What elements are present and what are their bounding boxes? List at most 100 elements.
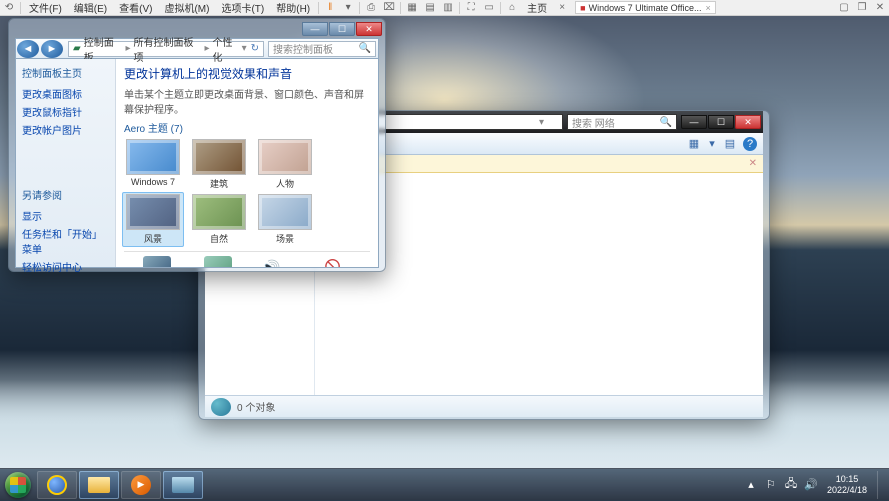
menu-vm[interactable]: 虚拟机(M) (158, 0, 215, 15)
help-button[interactable]: ? (743, 137, 757, 151)
menu-edit[interactable]: 编辑(E) (68, 0, 113, 15)
tray-network-icon[interactable]: 🖧 (783, 477, 799, 493)
vm-restore-icon[interactable]: ❐ (854, 1, 870, 15)
vm-tile1-icon[interactable]: ▦ (404, 1, 420, 15)
address-dropdown-icon[interactable]: ▾ (539, 117, 544, 128)
theme-label: Windows 7 (131, 177, 175, 187)
taskbar-clock[interactable]: 10:15 2022/4/18 (821, 474, 873, 496)
taskbar-wmp[interactable] (121, 471, 161, 499)
desktop-bg-button[interactable]: 桌面背景 放映幻灯片 (134, 256, 179, 267)
theme-character[interactable]: 人物 (256, 139, 314, 190)
theme-landscape[interactable]: 场景 (256, 194, 314, 245)
sound-icon: 🔊 (257, 256, 285, 267)
explorer-minimize-button[interactable]: — (681, 115, 707, 129)
taskbar-controlpanel[interactable] (163, 471, 203, 499)
taskbar[interactable]: ▴ ⚐ 🖧 🔊 10:15 2022/4/18 (0, 468, 889, 500)
cp-sidebar: 控制面板主页 更改桌面图标 更改鼠标指针 更改帐户图片 另请参阅 显示 任务栏和… (16, 59, 116, 267)
view-button[interactable]: ▦ (685, 136, 703, 152)
theme-label: 场景 (276, 234, 294, 244)
page-title: 更改计算机上的视觉效果和声音 (124, 65, 370, 82)
wmp-icon (131, 475, 151, 495)
folder-icon (88, 477, 110, 493)
taskbar-explorer[interactable] (79, 471, 119, 499)
vm-unity-icon[interactable]: ▭ (481, 1, 497, 15)
vm-home-icon[interactable]: ⟲ (1, 1, 17, 15)
settings-row: 桌面背景 放映幻灯片 窗口颜色 褐绿色 🔊 声音 风景 🛇 屏幕保护程序 无 (124, 251, 370, 267)
theme-arch[interactable]: 建筑 (190, 139, 248, 190)
menu-tabs[interactable]: 选项卡(T) (215, 0, 270, 15)
explorer-close-button[interactable]: ✕ (735, 115, 761, 129)
cp-root-icon: ▰ (73, 43, 81, 54)
vm-dropdown-icon[interactable]: ▾ (340, 1, 356, 15)
menu-file[interactable]: 文件(F) (23, 0, 68, 15)
show-desktop-button[interactable] (877, 471, 885, 499)
vm-home-tab-icon[interactable]: ⌂ (504, 1, 520, 15)
screensaver-button[interactable]: 🛇 屏幕保护程序 无 (306, 256, 360, 267)
link-account-picture[interactable]: 更改帐户图片 (22, 122, 109, 137)
refresh-icon[interactable]: ↻ (251, 43, 259, 54)
cp-maximize-button[interactable]: ☐ (329, 22, 355, 36)
vm-tile2-icon[interactable]: ▤ (422, 1, 438, 15)
screensaver-icon: 🛇 (319, 256, 347, 267)
menu-view[interactable]: 查看(V) (113, 0, 158, 15)
vm-snapshot-icon[interactable]: ⎙ (363, 1, 379, 15)
link-taskbar[interactable]: 任务栏和「开始」菜单 (22, 226, 109, 256)
link-ease-access[interactable]: 轻松访问中心 (22, 259, 109, 274)
tray-volume-icon[interactable]: 🔊 (803, 477, 819, 493)
vm-tile3-icon[interactable]: ▥ (440, 1, 456, 15)
explorer-search-placeholder: 搜索 网络 (572, 115, 615, 130)
vm-tab-close-icon[interactable]: × (554, 1, 570, 15)
tray-up-icon[interactable]: ▴ (743, 477, 759, 493)
folder-icon (172, 477, 194, 493)
tray-flag-icon[interactable]: ⚐ (763, 477, 779, 493)
vm-power-icon[interactable]: ‖ (322, 1, 338, 15)
link-mouse-pointer[interactable]: 更改鼠标指针 (22, 104, 109, 119)
theme-nature[interactable]: 自然 (190, 194, 248, 245)
theme-scenery[interactable]: 风景 (122, 192, 184, 247)
start-button[interactable] (0, 469, 36, 501)
status-network-icon (211, 398, 231, 416)
windows-orb-icon (5, 472, 31, 498)
explorer-maximize-button[interactable]: ☐ (708, 115, 734, 129)
infobar-close-icon[interactable]: ✕ (749, 158, 757, 169)
search-icon: 🔍 (660, 117, 672, 128)
vm-home-label[interactable]: 主页 (521, 0, 553, 15)
nav-back-button[interactable]: ◄ (17, 40, 39, 58)
cp-close-button[interactable]: ✕ (356, 22, 382, 36)
vm-screenshot-icon[interactable]: ⌧ (381, 1, 397, 15)
link-display[interactable]: 显示 (22, 208, 109, 223)
sound-button[interactable]: 🔊 声音 风景 (257, 256, 285, 267)
vm-fullscreen-icon[interactable]: ⛶ (463, 1, 479, 15)
cp-search-placeholder: 搜索控制面板 (273, 41, 333, 56)
breadcrumb-dropdown-icon[interactable]: ▾ (242, 43, 247, 54)
vm-tab-label: Windows 7 Ultimate Office... (589, 3, 702, 13)
cp-search-input[interactable]: 搜索控制面板 🔍 (268, 41, 376, 57)
vm-menubar: ⟲ 文件(F) 编辑(E) 查看(V) 虚拟机(M) 选项卡(T) 帮助(H) … (0, 0, 889, 16)
control-panel-window[interactable]: — ☐ ✕ ◄ ► ▰ 控制面板 ▸ 所有控制面板项 ▸ 个性化 ▾ ↻ 搜索控… (8, 18, 386, 272)
clock-time: 10:15 (827, 474, 867, 485)
nav-forward-button[interactable]: ► (41, 40, 63, 58)
theme-windows7[interactable]: Windows 7 (124, 139, 182, 190)
link-desktop-icons[interactable]: 更改桌面图标 (22, 86, 109, 101)
chevron-right-icon: ▸ (126, 43, 131, 54)
vm-minimize-icon[interactable]: ▢ (836, 1, 852, 15)
explorer-search-input[interactable]: 搜索 网络 🔍 (567, 114, 677, 130)
cp-sidebar-heading: 控制面板主页 (22, 65, 109, 80)
taskbar-ie[interactable] (37, 471, 77, 499)
theme-label: 风景 (144, 234, 162, 244)
vm-tab-active[interactable]: ■ Windows 7 Ultimate Office... × (575, 1, 716, 14)
chevron-right-icon: ▸ (204, 43, 209, 54)
breadcrumb[interactable]: ▰ 控制面板 ▸ 所有控制面板项 ▸ 个性化 ▾ ↻ (68, 41, 264, 57)
vm-close-icon[interactable]: ✕ (872, 1, 888, 15)
theme-label: 人物 (276, 179, 294, 189)
menu-help[interactable]: 帮助(H) (270, 0, 316, 15)
clock-date: 2022/4/18 (827, 485, 867, 496)
vm-tab-close[interactable]: × (705, 3, 710, 13)
theme-label: 建筑 (210, 179, 228, 189)
ie-icon (47, 475, 67, 495)
window-color-button[interactable]: 窗口颜色 褐绿色 (200, 256, 236, 267)
theme-grid: Windows 7 建筑 人物 风景 自然 场景 (124, 139, 370, 245)
preview-pane-button[interactable]: ▤ (721, 136, 739, 152)
cp-minimize-button[interactable]: — (302, 22, 328, 36)
view-dropdown[interactable]: ▾ (707, 136, 717, 152)
